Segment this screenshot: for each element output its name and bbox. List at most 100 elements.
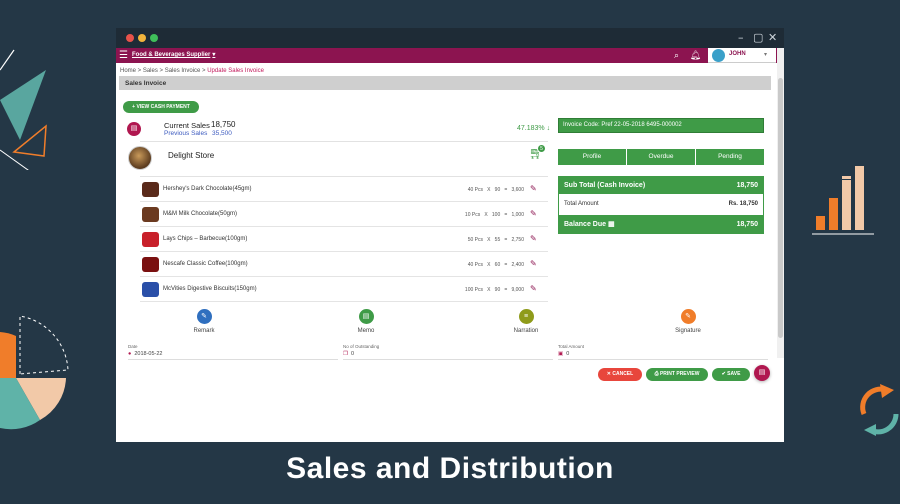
print-preview-button[interactable]: ⎙ PRINT PREVIEW	[646, 368, 708, 381]
outstanding-label: No of Outstanding	[343, 344, 380, 349]
user-name: JOHN	[729, 51, 746, 57]
copy-icon: ❐	[343, 351, 348, 357]
edit-pencil-icon[interactable]: ✎	[530, 209, 537, 218]
product-name: Lays Chips – Barbecue(100gm)	[163, 236, 248, 242]
breadcrumb-current: Update Sales Invoice	[207, 68, 264, 74]
product-calculation: 40 Pcs X 60 = 2,400	[467, 262, 524, 268]
product-row[interactable]: Hershey's Dark Chocolate(45gm) 40 Pcs X 9…	[140, 178, 548, 202]
previous-sales-label: Previous Sales	[164, 130, 208, 137]
breadcrumb-trail[interactable]: Home > Sales > Sales Invoice >	[120, 68, 206, 74]
chevron-down-icon: ▾	[212, 52, 216, 58]
invoice-code: Invoice Code: Pref 22-05-2018 6495-00000…	[558, 118, 764, 133]
avatar	[712, 49, 725, 62]
minimize-dot[interactable]	[138, 34, 146, 42]
total-amount-label: Total Amount	[564, 201, 599, 207]
sales-growth: 47.183% ↓	[517, 125, 551, 132]
minimize-icon[interactable]: –	[738, 31, 744, 44]
product-calculation: 10 Pcs X 100 = 1,000	[464, 212, 524, 218]
product-image	[142, 257, 159, 272]
scrollbar-thumb[interactable]	[778, 78, 783, 338]
scrollbar[interactable]	[777, 48, 784, 358]
product-image	[142, 182, 159, 197]
pie-chart-icon	[0, 315, 69, 430]
maximize-icon[interactable]: ▢	[753, 31, 763, 44]
action-remark[interactable]: ✎ Remark	[182, 309, 226, 334]
hamburger-menu-icon[interactable]: ☰	[119, 50, 128, 61]
breadcrumb: Home > Sales > Sales Invoice > Update Sa…	[120, 68, 264, 74]
refresh-arrows-icon	[860, 384, 899, 436]
tab-overdue[interactable]: Overdue	[627, 149, 696, 165]
balance-due-label: Balance Due ▦	[564, 221, 615, 228]
calculator-icon[interactable]: ▦	[608, 221, 615, 228]
product-image	[142, 282, 159, 297]
search-icon[interactable]: ⌕	[674, 50, 679, 60]
remark-icon[interactable]: ✎	[196, 309, 212, 324]
total-amount-field[interactable]: Total Amount ▣ 0	[558, 344, 768, 360]
product-calculation: 50 Pcs X 55 = 2,750	[467, 237, 524, 243]
action-memo[interactable]: ▤ Memo	[344, 309, 388, 334]
product-image	[142, 232, 159, 247]
product-calculation: 40 Pcs X 90 = 3,600	[467, 187, 524, 193]
signature-icon[interactable]: ✎	[680, 309, 696, 324]
app-header: ☰ Food & Beverages Supplier ▾ ⌕ 🔔︎ JOHN ▾	[116, 48, 784, 63]
action-signature[interactable]: ✎ Signature	[666, 309, 710, 334]
date-value: 2018-05-22	[134, 351, 163, 357]
current-sales-value: 18,750	[211, 120, 236, 129]
outstanding-field[interactable]: No of Outstanding ❐ 0	[343, 344, 553, 360]
customer-tabs: Profile Overdue Pending	[558, 149, 764, 165]
total-amount-value: Rs. 18,750	[728, 201, 758, 207]
decorative-lines-left	[0, 49, 47, 170]
divider	[140, 176, 548, 177]
wallet-icon: ▣	[558, 351, 564, 357]
edit-pencil-icon[interactable]: ✎	[530, 284, 537, 293]
edit-pencil-icon[interactable]: ✎	[530, 184, 537, 193]
action-label: Signature	[675, 328, 701, 334]
memo-icon[interactable]: ▤	[358, 309, 374, 324]
product-row[interactable]: Lays Chips – Barbecue(100gm) 50 Pcs X 55 …	[140, 228, 548, 252]
date-field[interactable]: Date ● 2018-05-22	[128, 344, 338, 360]
total-amount-field-value: 0	[566, 351, 570, 357]
tab-pending[interactable]: Pending	[696, 149, 764, 165]
outstanding-value: 0	[350, 351, 354, 357]
company-name: Food & Beverages Supplier	[132, 52, 211, 58]
date-label: Date	[128, 344, 138, 349]
save-button[interactable]: ✔ SAVE	[712, 368, 750, 381]
close-icon[interactable]: ✕	[768, 31, 777, 44]
caption-title: Sales and Distribution	[286, 452, 614, 485]
bar-chart-icon	[812, 166, 874, 235]
view-cash-payment-button[interactable]: + VIEW CASH PAYMENT	[123, 101, 199, 113]
subtotal-value: 18,750	[736, 182, 758, 189]
person-icon: ●	[128, 351, 132, 357]
product-name: Nescafe Classic Coffee(100gm)	[163, 261, 248, 267]
cancel-button[interactable]: ✕ CANCEL	[598, 368, 642, 381]
window-titlebar: – ▢ ✕	[116, 28, 784, 48]
total-amount-row: Total Amount Rs. 18,750	[559, 196, 763, 213]
store-logo	[128, 146, 152, 170]
document-fab[interactable]: ▤	[754, 365, 770, 381]
close-dot[interactable]	[126, 34, 134, 42]
product-name: McVities Digestive Biscuits(150gm)	[163, 286, 257, 292]
cart-count-badge: 5	[537, 144, 546, 153]
subtotal-label: Sub Total (Cash Invoice)	[564, 182, 646, 189]
product-row[interactable]: McVities Digestive Biscuits(150gm) 100 Pc…	[140, 278, 548, 302]
action-narration[interactable]: ≡ Narration	[504, 309, 548, 334]
chevron-down-icon: ▾	[764, 52, 768, 58]
edit-pencil-icon[interactable]: ✎	[530, 259, 537, 268]
tab-profile[interactable]: Profile	[558, 149, 627, 165]
product-calculation: 100 Pcs X 90 = 9,000	[464, 287, 524, 293]
invoice-summary: Sub Total (Cash Invoice) 18,750 Total Am…	[558, 176, 764, 234]
balance-due-row: Balance Due ▦ 18,750	[559, 215, 763, 234]
user-menu[interactable]: JOHN ▾	[708, 48, 776, 63]
notification-bell-icon[interactable]: 🔔︎	[690, 50, 701, 60]
product-row[interactable]: M&M Milk Chocolate(50gm) 10 Pcs X 100 = 1…	[140, 203, 548, 227]
narration-icon[interactable]: ≡	[518, 309, 534, 324]
product-image	[142, 207, 159, 222]
store-name: Delight Store	[168, 151, 215, 160]
company-selector[interactable]: Food & Beverages Supplier ▾	[132, 51, 215, 58]
product-row[interactable]: Nescafe Classic Coffee(100gm) 40 Pcs X 60…	[140, 253, 548, 277]
maximize-dot[interactable]	[150, 34, 158, 42]
product-name: Hershey's Dark Chocolate(45gm)	[163, 186, 252, 192]
edit-pencil-icon[interactable]: ✎	[530, 234, 537, 243]
total-amount-field-label: Total Amount	[558, 344, 585, 349]
section-title: Sales Invoice	[119, 76, 771, 90]
